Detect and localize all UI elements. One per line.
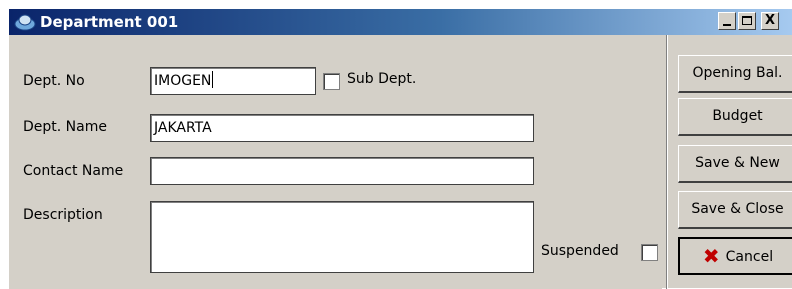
opening-balance-label: Opening Bal. [692, 65, 783, 81]
text-caret [212, 71, 214, 88]
description-textarea[interactable] [150, 201, 534, 273]
save-close-button[interactable]: Save & Close [678, 191, 792, 229]
form-panel: Dept. No IMOGEN Sub Dept. Dept. Name JAK… [9, 35, 662, 289]
window-title: Department 001 [40, 13, 179, 31]
minimize-icon [723, 24, 731, 26]
suspended-label: Suspended [541, 243, 619, 259]
red-x-icon: ✖ [702, 244, 720, 268]
minimize-button[interactable] [718, 12, 736, 30]
close-button[interactable]: X [761, 12, 779, 30]
opening-balance-button[interactable]: Opening Bal. [678, 55, 792, 93]
title-bar[interactable]: Department 001 X [9, 9, 792, 35]
save-close-label: Save & Close [691, 201, 784, 217]
cancel-button[interactable]: ✖ Cancel [678, 237, 792, 275]
sub-dept-checkbox[interactable] [323, 73, 340, 90]
dept-no-value: IMOGEN [154, 73, 212, 89]
panel-divider [666, 35, 667, 289]
contact-name-input[interactable] [150, 157, 534, 185]
app-cloud-icon [14, 14, 36, 31]
dept-no-input[interactable]: IMOGEN [150, 67, 316, 95]
cancel-label: Cancel [725, 249, 774, 265]
description-label: Description [23, 207, 103, 223]
dept-no-label: Dept. No [23, 73, 85, 89]
budget-button[interactable]: Budget [678, 98, 792, 136]
dept-name-input[interactable]: JAKARTA [150, 114, 534, 142]
close-icon: X [764, 13, 776, 28]
dept-name-label: Dept. Name [23, 119, 107, 135]
department-window: Department 001 X Dept. No IMOGEN Sub Dep… [8, 8, 792, 289]
save-new-label: Save & New [695, 155, 780, 171]
save-new-button[interactable]: Save & New [678, 145, 792, 183]
budget-label: Budget [712, 108, 763, 124]
suspended-checkbox[interactable] [641, 244, 658, 261]
dept-name-value: JAKARTA [154, 120, 212, 136]
contact-name-label: Contact Name [23, 163, 124, 179]
maximize-icon [742, 16, 752, 25]
maximize-button[interactable] [738, 12, 756, 30]
sub-dept-label: Sub Dept. [347, 71, 417, 87]
